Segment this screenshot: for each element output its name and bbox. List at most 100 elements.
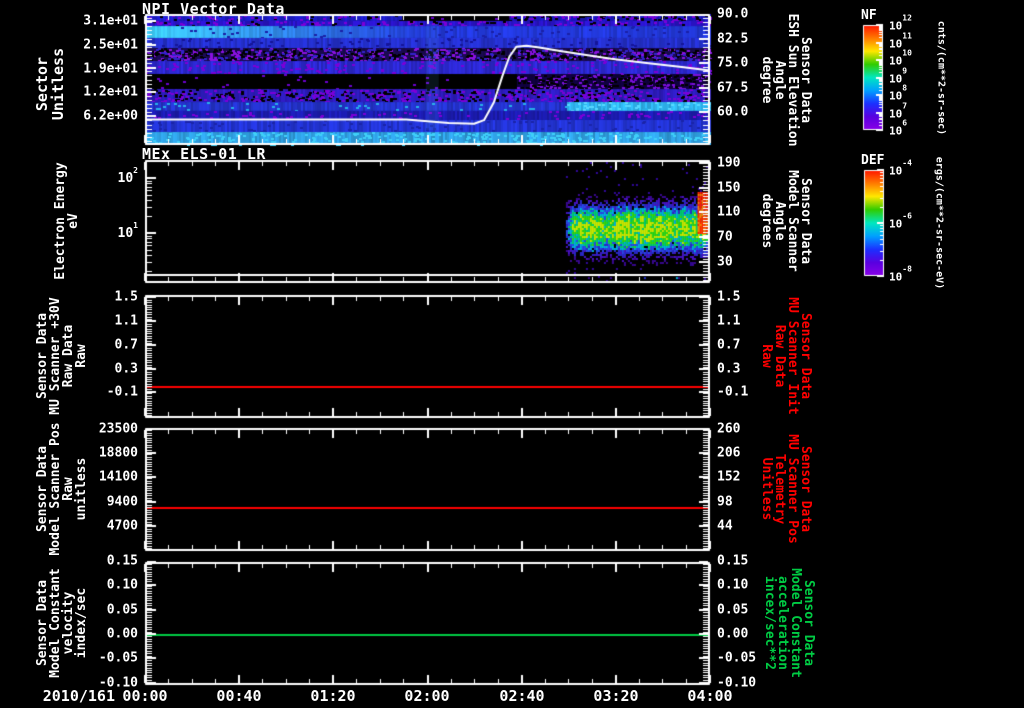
tick-label: 0.3	[717, 361, 741, 377]
tick-label: -0.1	[717, 384, 749, 400]
tick-label: 70	[717, 229, 733, 245]
axis-title-line: Unitless	[49, 47, 67, 121]
tick-label: 03:20	[593, 687, 639, 705]
tick-label: 10-8	[889, 264, 912, 284]
plot-page: NPI Vector Data MEx ELS-01 LR Sector Unit…	[0, 0, 1024, 708]
tick-label: 23500	[98, 421, 138, 437]
tick-label: 101	[117, 220, 138, 242]
tick-label: 90.0	[717, 6, 749, 22]
tick-label: 01:20	[310, 687, 356, 705]
tick-label: 107	[889, 101, 908, 120]
tick-label: 190	[717, 155, 741, 171]
panel5-right-axis-title: Sensor Data Model Constant acceleration inc…	[762, 568, 816, 678]
axis-title-line: degrees	[759, 193, 774, 249]
axis-title-line: Unitless	[759, 457, 774, 521]
tick-label: 0.00	[106, 626, 138, 642]
tick-label: 98	[717, 494, 733, 510]
tick-label: 3.1e+01	[83, 13, 138, 29]
tick-label: 00:40	[216, 687, 262, 705]
tick-label: 0.10	[106, 577, 138, 593]
axis-title-line: degree	[759, 56, 774, 104]
tick-label: 0.05	[106, 602, 138, 618]
tick-label: 0.10	[717, 577, 749, 593]
panel3-left-axis-title: Sensor Data MU Scanner +30V Raw Data Raw	[35, 297, 89, 414]
tick-label: 00:00	[122, 687, 168, 705]
axis-title-line: Raw	[74, 344, 89, 368]
tick-label: 102	[117, 165, 138, 187]
tick-label: 1.5	[717, 289, 741, 305]
axis-title-line: Sensor Data	[798, 36, 813, 124]
tick-label: 109	[889, 66, 908, 85]
tick-label: 150	[717, 180, 741, 196]
axis-title-line: incex/sec**2	[762, 576, 777, 670]
tick-label: 02:00	[404, 687, 450, 705]
panel5-left-axis-title: Sensor Data Model Constant velocity index/s…	[35, 568, 89, 678]
axis-title-line: Sensor Data	[801, 579, 816, 667]
tick-label: 0.15	[717, 553, 749, 569]
tick-label: 82.5	[717, 31, 749, 47]
colorbar-def-unit: ergs/(cm**2-sr-sec-eV)	[933, 156, 945, 290]
plot-canvas	[0, 0, 1024, 708]
axis-title-line: acceleration	[775, 576, 790, 670]
date-label: 2010/161	[42, 687, 115, 705]
tick-label: -0.1	[106, 384, 138, 400]
tick-label: 6.2e+00	[83, 108, 138, 124]
tick-label: 04:00	[687, 687, 733, 705]
axis-title-line: Model Constant	[788, 568, 803, 678]
tick-label: 0.15	[106, 553, 138, 569]
panel2-left-axis-title: Electron Energy eV	[53, 162, 81, 279]
tick-label: 1011	[889, 31, 912, 50]
panel1-right-axis-title: Sensor Data ESH Sun Elevation Angle degree	[759, 13, 813, 146]
tick-label: 1.1	[114, 313, 138, 329]
tick-label: 1.2e+01	[83, 84, 138, 100]
axis-title-line: eV	[66, 213, 81, 229]
tick-label: 4700	[106, 518, 138, 534]
panel4-left-axis-title: Sensor Data Model Scanner Pos Raw unitless	[35, 422, 89, 555]
panel2-title: MEx ELS-01 LR	[142, 145, 266, 163]
colorbar-nf-name: NF	[861, 8, 877, 23]
tick-label: 108	[889, 83, 908, 103]
tick-label: -0.05	[98, 650, 138, 666]
tick-label: 106	[889, 118, 908, 138]
tick-label: 0.3	[114, 361, 138, 377]
tick-label: 10-4	[889, 158, 912, 178]
tick-label: 1012	[889, 13, 912, 33]
axis-title-line: unitless	[74, 457, 89, 521]
axis-title-line: Model Scanner	[785, 170, 800, 272]
colorbar-def-name: DEF	[861, 153, 885, 168]
axis-title-line: MU Scanner Pos	[785, 434, 800, 544]
tick-label: 206	[717, 445, 741, 461]
axis-title-line: Sensor Data	[798, 177, 813, 265]
tick-label: 1010	[889, 48, 912, 68]
tick-label: 30	[717, 254, 733, 270]
tick-label: 1.9e+01	[83, 61, 138, 77]
axis-title-line: Raw	[759, 344, 774, 368]
tick-label: 1.5	[114, 289, 138, 305]
panel3-right-axis-title: Sensor Data MU Scanner Init Raw Data Raw	[759, 297, 813, 415]
axis-title-line: Sector	[33, 56, 51, 112]
tick-label: 0.7	[114, 337, 138, 353]
tick-label: 110	[717, 204, 741, 220]
panel4-right-axis-title: Sensor Data MU Scanner Pos Telemetry Unitle…	[759, 434, 813, 544]
axis-title-line: index/sec	[74, 587, 89, 659]
tick-label: 2.5e+01	[83, 37, 138, 53]
tick-label: 0.00	[717, 626, 749, 642]
tick-label: 152	[717, 469, 741, 485]
tick-label: 75.0	[717, 55, 749, 71]
tick-label: 14100	[98, 469, 138, 485]
panel2-right-axis-title: Sensor Data Model Scanner Angle degrees	[759, 170, 813, 272]
tick-label: 9400	[106, 494, 138, 510]
tick-label: 18800	[98, 445, 138, 461]
tick-label: 260	[717, 421, 741, 437]
panel1-left-axis-title: Sector Unitless	[33, 47, 67, 121]
tick-label: 44	[717, 518, 733, 534]
tick-label: 10-6	[889, 211, 912, 231]
axis-title-line: MU Scanner Init	[785, 297, 800, 415]
tick-label: 67.5	[717, 80, 749, 96]
tick-label: 60.0	[717, 104, 749, 120]
axis-title-line: Sensor Data	[798, 312, 813, 400]
tick-label: 0.7	[717, 337, 741, 353]
colorbar-nf-unit: cnts/(cm**2-sr-sec)	[935, 20, 947, 136]
tick-label: -0.05	[717, 650, 757, 666]
tick-label: 0.05	[717, 602, 749, 618]
